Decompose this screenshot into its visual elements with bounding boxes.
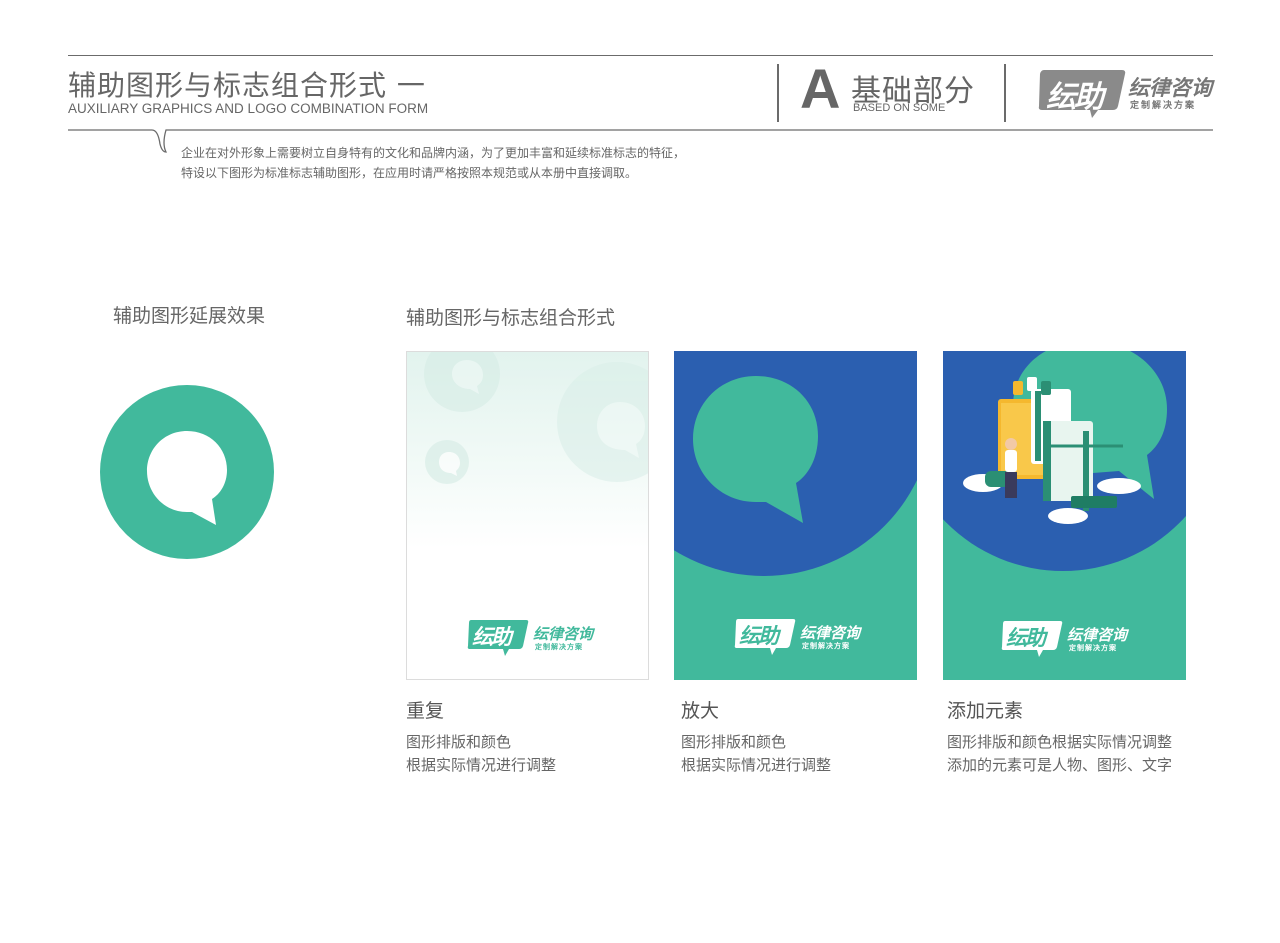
logo-name: 纭律咨询 [533, 625, 594, 643]
intro-line-1: 企业在对外形象上需要树立自身特有的文化和品牌内涵，为了更加丰富和延续标准标志的特… [181, 146, 686, 160]
header-divider-2 [1004, 64, 1006, 122]
brand-mark-text: 纭助 [1046, 80, 1104, 115]
card-enlarge: 纭助 纭律咨询 定制解决方案 [674, 351, 917, 680]
card-add-elements: 纭助 纭律咨询 定制解决方案 [943, 351, 1186, 680]
right-section-heading: 辅助图形与标志组合形式 [406, 307, 616, 329]
logo-mark-text: 纭助 [739, 624, 779, 648]
card-repeat-line-2: 根据实际情况进行调整 [406, 756, 557, 774]
logo-tagline: 定制解决方案 [535, 643, 583, 651]
card-repeat-description: 图形排版和颜色 根据实际情况进行调整 [406, 731, 556, 777]
logo-name: 纭律咨询 [800, 624, 861, 642]
page-title: 辅助图形与标志组合形式 一 [68, 69, 426, 102]
card-repeat-line-1: 图形排版和颜色 [406, 733, 512, 751]
left-section-heading: 辅助图形延展效果 [113, 305, 266, 327]
card-add-elements-line-2: 添加的元素可是人物、图形、文字 [947, 756, 1173, 774]
intro-line-2: 特设以下图形为标准标志辅助图形，在应用时请严格按照本规范或从本册中直接调取。 [181, 166, 638, 180]
section-letter: A [800, 57, 841, 120]
card-repeat-logo: 纭助 纭律咨询 定制解决方案 [467, 620, 597, 656]
card-enlarge-line-2: 根据实际情况进行调整 [681, 756, 832, 774]
logo-tagline: 定制解决方案 [1069, 644, 1117, 652]
logo-tagline: 定制解决方案 [802, 642, 850, 650]
card-enlarge-logo: 纭助 纭律咨询 定制解决方案 [734, 619, 864, 655]
card-enlarge-line-1: 图形排版和颜色 [681, 733, 787, 751]
card-add-elements-description: 图形排版和颜色根据实际情况调整 添加的元素可是人物、图形、文字 [947, 731, 1172, 777]
card-add-elements-caption: 添加元素 [947, 700, 1024, 722]
card-repeat-caption: 重复 [406, 700, 445, 722]
header-divider-1 [777, 64, 779, 122]
card-enlarge-description: 图形排版和颜色 根据实际情况进行调整 [681, 731, 831, 777]
logo-name: 纭律咨询 [1067, 626, 1128, 644]
brand-tagline: 定制解决方案 [1130, 101, 1197, 111]
page-subtitle-en: AUXILIARY GRAPHICS AND LOGO COMBINATION … [68, 101, 429, 116]
card-repeat: 纭助 纭律咨询 定制解决方案 [406, 351, 649, 680]
card-add-elements-logo: 纭助 纭律咨询 定制解决方案 [1001, 621, 1131, 657]
card-enlarge-caption: 放大 [681, 700, 720, 722]
auxiliary-graphic [100, 385, 274, 559]
section-subtitle-en: BASED ON SOME [853, 102, 946, 114]
logo-mark-text: 纭助 [472, 625, 512, 649]
logo-mark-text: 纭助 [1006, 626, 1046, 650]
header-brand-logo: 纭助 纭律咨询 定制解决方案 [1038, 70, 1213, 120]
header-top-rule [68, 55, 1213, 56]
intro-description: 企业在对外形象上需要树立自身特有的文化和品牌内涵，为了更加丰富和延续标准标志的特… [181, 143, 685, 183]
card-add-elements-line-1: 图形排版和颜色根据实际情况调整 [947, 733, 1173, 751]
